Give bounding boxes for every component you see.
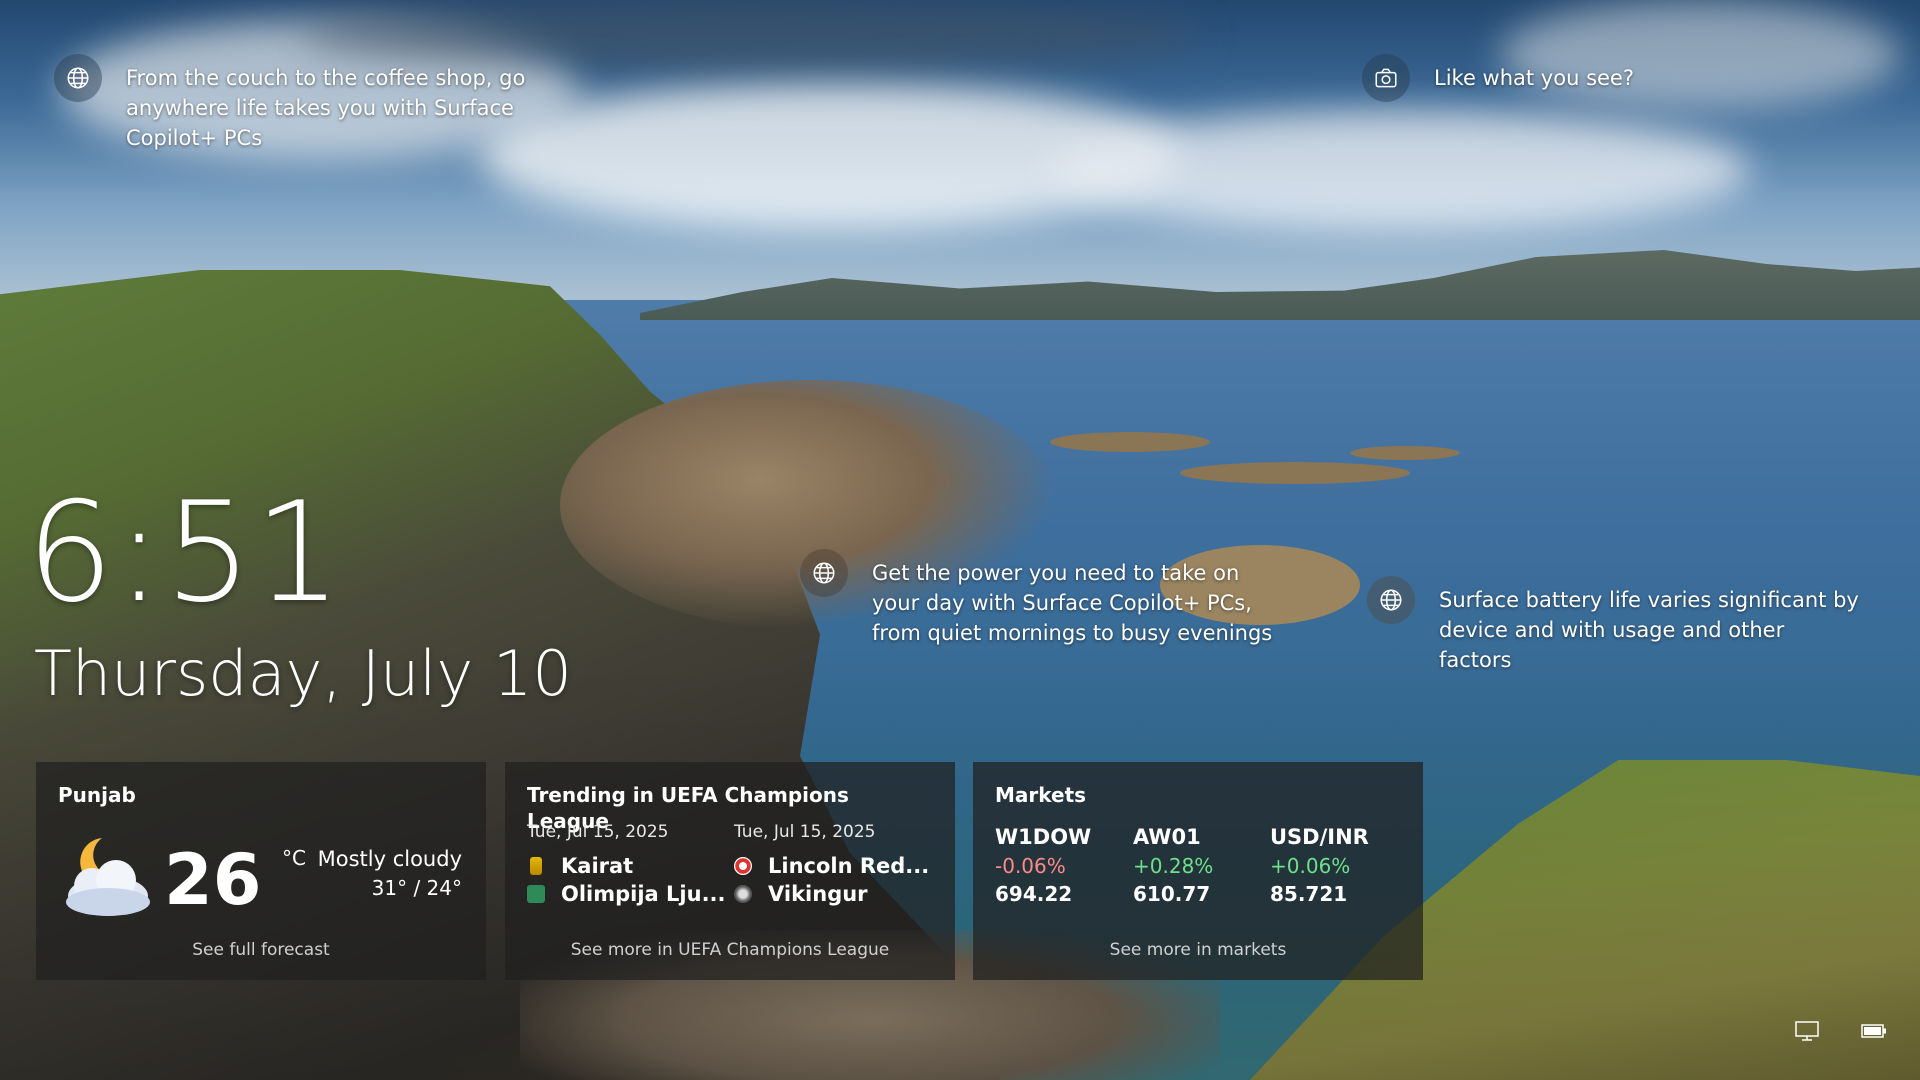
team-row: Olimpija Lju... [527, 880, 727, 908]
network-icon[interactable] [1794, 1020, 1822, 1042]
battery-icon[interactable] [1860, 1020, 1888, 1042]
hotspot-text: Surface battery life varies significant … [1439, 588, 1859, 672]
hotspot-promo-battery[interactable]: Surface battery life varies significant … [1367, 576, 1859, 675]
team-logo-icon [527, 885, 545, 903]
clock-time: 6:51 [26, 472, 344, 633]
match-date: Tue, Jul 15, 2025 [734, 822, 876, 842]
team-row: Lincoln Red... [734, 852, 934, 880]
ticker-change: +0.28% [1133, 854, 1214, 878]
hotspot-promo-power[interactable]: Get the power you need to take on your d… [800, 549, 1292, 648]
weather-location: Punjab [58, 783, 136, 807]
sports-card[interactable]: Trending in UEFA Champions League Tue, J… [505, 762, 955, 980]
markets-title: Markets [995, 783, 1087, 807]
team-name: Kairat [561, 854, 634, 878]
ticker-value: 694.22 [995, 882, 1073, 906]
team-name: Vikingur [768, 882, 868, 906]
match-item[interactable]: Tue, Jul 15, 2025 Kairat Olimpija Lju... [527, 822, 727, 908]
lock-screen: From the couch to the coffee shop, go an… [0, 0, 1920, 1080]
team-name: Lincoln Red... [768, 854, 930, 878]
team-name: Olimpija Lju... [561, 882, 726, 906]
team-logo-icon [734, 857, 752, 875]
clock-date: Thursday, July 10 [34, 637, 572, 710]
team-row: Kairat [527, 852, 727, 880]
team-row: Vikingur [734, 880, 934, 908]
see-more-markets-link[interactable]: See more in markets [973, 940, 1423, 960]
team-logo-icon [734, 885, 752, 903]
ticker-symbol: AW01 [1133, 825, 1201, 849]
temperature-unit: °C [282, 846, 306, 870]
globe-icon [54, 54, 102, 102]
ticker-value: 610.77 [1133, 882, 1211, 906]
camera-icon [1362, 54, 1410, 102]
ticker-value: 85.721 [1270, 882, 1348, 906]
ticker-change: +0.06% [1270, 854, 1351, 878]
ticker-item[interactable]: USD/INR +0.06% 85.721 [1270, 822, 1400, 908]
match-item[interactable]: Tue, Jul 15, 2025 Lincoln Red... Vikingu… [734, 822, 934, 908]
hotspot-text: Like what you see? [1434, 66, 1634, 90]
match-date: Tue, Jul 15, 2025 [527, 822, 669, 842]
ticker-item[interactable]: AW01 +0.28% 610.77 [1133, 822, 1263, 908]
weather-high-low: 31° / 24° [371, 876, 462, 900]
temperature: 26 [164, 839, 262, 921]
weather-condition: Mostly cloudy [317, 847, 462, 871]
globe-icon [1367, 576, 1415, 624]
ticker-item[interactable]: W1DOW -0.06% 694.22 [995, 822, 1125, 908]
moon-cloud-icon [66, 838, 150, 916]
team-logo-icon [530, 857, 542, 875]
see-more-uefa-link[interactable]: See more in UEFA Champions League [505, 940, 955, 960]
ticker-symbol: USD/INR [1270, 825, 1369, 849]
hotspot-promo-couch[interactable]: From the couch to the coffee shop, go an… [54, 54, 574, 153]
globe-icon [800, 549, 848, 597]
hotspot-text: From the couch to the coffee shop, go an… [126, 66, 526, 150]
weather-card[interactable]: Punjab 26 °C Mostly cloudy 31° / 24° See… [36, 762, 486, 980]
see-full-forecast-link[interactable]: See full forecast [36, 940, 486, 960]
ticker-change: -0.06% [995, 854, 1066, 878]
hotspot-text: Get the power you need to take on your d… [872, 561, 1273, 645]
ticker-symbol: W1DOW [995, 825, 1092, 849]
markets-card[interactable]: Markets W1DOW -0.06% 694.22 AW01 +0.28% … [973, 762, 1423, 980]
hotspot-like-image[interactable]: Like what you see? [1362, 54, 1634, 102]
